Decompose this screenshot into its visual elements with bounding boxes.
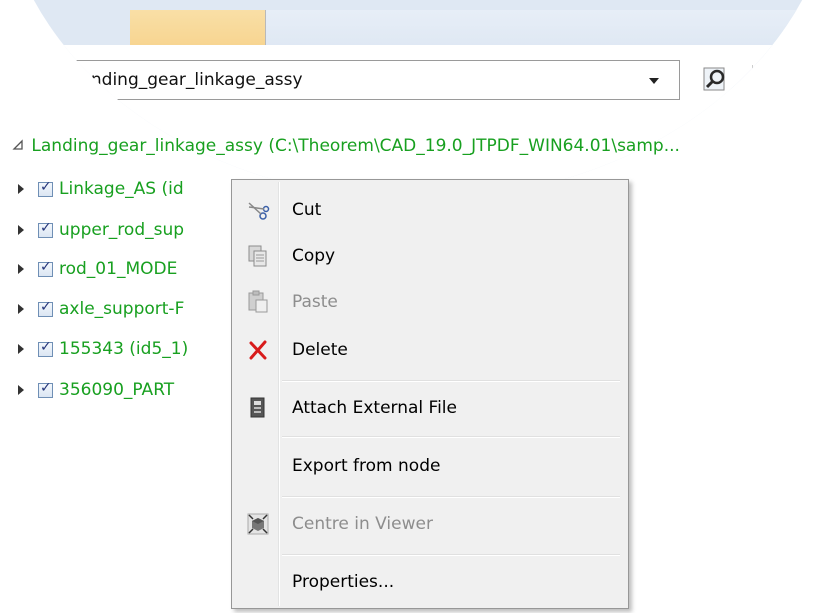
menu-item-paste[interactable]: Paste [234, 282, 626, 322]
menu-item-label: Attach External File [292, 398, 457, 418]
tree-row-label: upper_rod_sup [59, 220, 185, 240]
expand-arrow-icon[interactable] [18, 304, 24, 314]
tree-row-label: 155343 (id5_1) [59, 339, 189, 359]
search-icon [703, 67, 725, 91]
paste-icon [246, 290, 270, 314]
visibility-checkbox[interactable] [38, 259, 53, 277]
expand-arrow-icon[interactable] [18, 264, 24, 274]
menu-separator [282, 380, 620, 382]
menu-item-cut[interactable]: Cut [234, 190, 626, 230]
menu-item-label: Properties... [292, 572, 395, 592]
tree-row-label: rod_01_MODE [59, 259, 178, 279]
expand-arrow-icon[interactable] [18, 385, 24, 395]
search-button[interactable] [697, 64, 731, 96]
menu-item-label: Cut [292, 200, 322, 220]
menu-item-label: Centre in Viewer [292, 514, 433, 534]
tree-root[interactable]: Landing_gear_linkage_assy (C:\Theorem\CA… [12, 136, 680, 160]
collapse-arrow-icon[interactable] [12, 136, 26, 156]
toolbar-lens: Landing_gear_linkage_assy [0, 0, 836, 200]
tree-row[interactable]: 155343 (id5_1) [18, 339, 188, 365]
menu-separator [282, 436, 620, 438]
visibility-checkbox[interactable] [38, 339, 53, 357]
tree-row[interactable]: rod_01_MODE [18, 259, 177, 285]
menu-separator [282, 554, 620, 556]
tree-root-label: Landing_gear_linkage_assy (C:\Theorem\CA… [31, 136, 680, 156]
visibility-checkbox[interactable] [38, 179, 53, 197]
tree-row[interactable]: axle_support-F [18, 299, 184, 325]
combo-value: Landing_gear_linkage_assy [71, 70, 303, 90]
chevron-down-icon[interactable] [649, 78, 659, 84]
menu-item-export-from-node[interactable]: Export from node [234, 446, 626, 486]
menu-item-properties[interactable]: Properties... [234, 562, 626, 602]
attach-file-icon [246, 396, 270, 420]
toolbar-separator [752, 65, 753, 95]
menu-item-copy[interactable]: Copy [234, 236, 626, 276]
visibility-checkbox[interactable] [38, 220, 53, 238]
scissors-icon [246, 198, 270, 222]
tree-row[interactable]: 356090_PART [18, 380, 174, 406]
visibility-checkbox[interactable] [38, 299, 53, 317]
copy-icon [246, 244, 270, 268]
menu-item-label: Copy [292, 246, 336, 266]
menu-item-label: Export from node [292, 456, 441, 476]
centre-viewer-icon [246, 512, 270, 536]
menu-item-centre-in-viewer[interactable]: Centre in Viewer [234, 504, 626, 544]
tree-row[interactable]: upper_rod_sup [18, 220, 184, 246]
delete-x-icon [246, 338, 270, 362]
menu-separator [282, 496, 620, 498]
expand-arrow-icon[interactable] [18, 184, 24, 194]
expand-arrow-icon[interactable] [18, 344, 24, 354]
tree-row[interactable]: Linkage_AS (id [18, 179, 184, 205]
menu-item-label: Delete [292, 340, 348, 360]
visibility-checkbox[interactable] [38, 380, 53, 398]
expand-arrow-icon[interactable] [18, 225, 24, 235]
model-select-combo[interactable]: Landing_gear_linkage_assy [0, 60, 680, 100]
tree-row-label: Linkage_AS (id [59, 179, 184, 199]
tree-row-label: axle_support-F [59, 299, 185, 319]
tree-row-label: 356090_PART [59, 380, 175, 400]
menu-item-attach-external-file[interactable]: Attach External File [234, 388, 626, 428]
menu-item-delete[interactable]: Delete [234, 330, 626, 370]
context-menu: Cut Copy Paste Delete Attach External Fi… [231, 179, 629, 609]
menu-item-label: Paste [292, 292, 338, 312]
